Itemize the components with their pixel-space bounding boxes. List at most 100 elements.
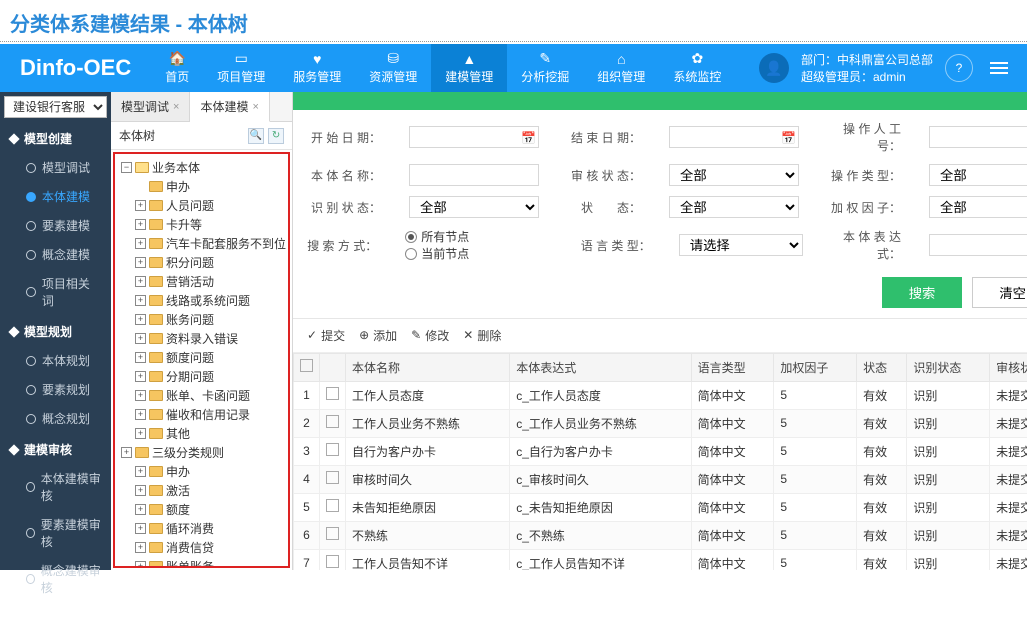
nav-服务管理[interactable]: ♥服务管理	[279, 44, 355, 92]
tree-node[interactable]: +催收和信用记录	[117, 405, 286, 424]
tree-node[interactable]: +账单账务	[117, 557, 286, 568]
calendar-icon[interactable]: 📅	[781, 131, 796, 145]
toggle-icon[interactable]: +	[135, 466, 146, 477]
nav-分析挖掘[interactable]: ✎分析挖掘	[507, 44, 583, 92]
tree-node[interactable]: +分期问题	[117, 367, 286, 386]
table-row[interactable]: 6不熟练c_不熟练简体中文5有效识别未提交	[294, 521, 1027, 549]
toggle-icon[interactable]: +	[135, 352, 146, 363]
toggle-icon[interactable]: +	[135, 428, 146, 439]
table-row[interactable]: 1工作人员态度c_工作人员态度简体中文5有效识别未提交	[294, 381, 1027, 409]
sidebar-item-概念建模[interactable]: 概念建模	[0, 240, 111, 269]
help-icon[interactable]: ?	[945, 54, 973, 82]
nav-建模管理[interactable]: ▲建模管理	[431, 44, 507, 92]
start-date-input[interactable]	[409, 126, 539, 148]
close-icon[interactable]: ×	[252, 101, 258, 113]
radio-all-nodes[interactable]: 所有节点	[405, 228, 469, 245]
side-group[interactable]: 建模审核	[0, 433, 111, 464]
tree-node[interactable]: +汽车卡配套服务不到位	[117, 234, 286, 253]
sidebar-item-要素建模[interactable]: 要素建模	[0, 211, 111, 240]
audit-select[interactable]: 全部	[669, 164, 799, 186]
toggle-icon[interactable]: +	[135, 333, 146, 344]
tree-node[interactable]: +申办	[117, 462, 286, 481]
operator-input[interactable]	[929, 126, 1027, 148]
row-checkbox[interactable]	[326, 415, 339, 428]
radio-current-node[interactable]: 当前节点	[405, 245, 469, 262]
sidebar-item-本体建模[interactable]: 本体建模	[0, 182, 111, 211]
name-input[interactable]	[409, 164, 539, 186]
toggle-icon[interactable]: +	[135, 542, 146, 553]
calendar-icon[interactable]: 📅	[521, 131, 536, 145]
tree-node[interactable]: +激活	[117, 481, 286, 500]
sidebar-item-本体规划[interactable]: 本体规划	[0, 346, 111, 375]
tree-node[interactable]: +额度问题	[117, 348, 286, 367]
tree-node[interactable]: +资料录入错误	[117, 329, 286, 348]
ontology-tree[interactable]: −业务本体申办+人员问题+卡升等+汽车卡配套服务不到位+积分问题+营销活动+线路…	[113, 152, 290, 568]
tree-node[interactable]: +消费信贷	[117, 538, 286, 557]
toggle-icon[interactable]: +	[135, 238, 146, 249]
rec-select[interactable]: 全部	[409, 196, 539, 218]
sidebar-item-概念规划[interactable]: 概念规划	[0, 404, 111, 433]
tree-node[interactable]: +三级分类规则	[117, 443, 286, 462]
toggle-icon[interactable]: +	[135, 276, 146, 287]
toggle-icon[interactable]: +	[135, 561, 146, 568]
toggle-icon[interactable]: +	[121, 447, 132, 458]
tab-模型调试[interactable]: 模型调试 ×	[111, 92, 190, 121]
tree-node[interactable]: 申办	[117, 177, 286, 196]
row-checkbox[interactable]	[326, 387, 339, 400]
tree-node[interactable]: +其他	[117, 424, 286, 443]
row-checkbox[interactable]	[326, 527, 339, 540]
tree-node[interactable]: +账单、卡函问题	[117, 386, 286, 405]
tree-node[interactable]: +人员问题	[117, 196, 286, 215]
table-row[interactable]: 3自行为客户办卡c_自行为客户办卡简体中文5有效识别未提交	[294, 437, 1027, 465]
row-checkbox[interactable]	[326, 499, 339, 512]
sidebar-item-模型调试[interactable]: 模型调试	[0, 153, 111, 182]
nav-资源管理[interactable]: ⛁资源管理	[355, 44, 431, 92]
expr-input[interactable]	[929, 234, 1027, 256]
toggle-icon[interactable]: +	[135, 314, 146, 325]
tree-node[interactable]: +额度	[117, 500, 286, 519]
weight-select[interactable]: 全部	[929, 196, 1027, 218]
tree-node[interactable]: −业务本体	[117, 158, 286, 177]
checkbox-all[interactable]	[300, 359, 313, 372]
tree-node[interactable]: +循环消费	[117, 519, 286, 538]
status-select[interactable]: 全部	[669, 196, 799, 218]
row-checkbox[interactable]	[326, 471, 339, 484]
table-row[interactable]: 2工作人员业务不熟练c_工作人员业务不熟练简体中文5有效识别未提交	[294, 409, 1027, 437]
clear-button[interactable]: 清空	[972, 277, 1027, 308]
toggle-icon[interactable]: +	[135, 523, 146, 534]
close-icon[interactable]: ×	[173, 101, 179, 113]
lang-select[interactable]: 请选择	[679, 234, 803, 256]
table-row[interactable]: 5未告知拒绝原因c_未告知拒绝原因简体中文5有效识别未提交	[294, 493, 1027, 521]
tree-node[interactable]: +营销活动	[117, 272, 286, 291]
menu-icon[interactable]	[985, 62, 1013, 74]
row-checkbox[interactable]	[326, 555, 339, 568]
side-group[interactable]: 资源分配	[0, 602, 111, 633]
side-group[interactable]: 模型规划	[0, 315, 111, 346]
end-date-input[interactable]	[669, 126, 799, 148]
submit-button[interactable]: ✓ 提交	[307, 327, 345, 344]
tab-本体建模[interactable]: 本体建模 ×	[190, 92, 269, 122]
toggle-icon[interactable]: +	[135, 257, 146, 268]
tree-node[interactable]: +卡升等	[117, 215, 286, 234]
sidebar-item-要素规划[interactable]: 要素规划	[0, 375, 111, 404]
table-row[interactable]: 7工作人员告知不详c_工作人员告知不详简体中文5有效识别未提交	[294, 549, 1027, 570]
toggle-icon[interactable]: +	[135, 371, 146, 382]
delete-button[interactable]: ✕ 删除	[463, 327, 501, 344]
tree-search-icon[interactable]: 🔍	[248, 128, 264, 144]
tree-node[interactable]: +线路或系统问题	[117, 291, 286, 310]
nav-首页[interactable]: 🏠首页	[151, 44, 203, 92]
toggle-icon[interactable]: +	[135, 485, 146, 496]
toggle-icon[interactable]: −	[121, 162, 132, 173]
sidebar-item-概念建模审核[interactable]: 概念建模审核	[0, 556, 111, 602]
edit-button[interactable]: ✎ 修改	[411, 327, 449, 344]
table-row[interactable]: 4审核时间久c_审核时间久简体中文5有效识别未提交	[294, 465, 1027, 493]
collapse-bar[interactable]: ▲	[293, 92, 1027, 110]
add-button[interactable]: ⊕ 添加	[359, 327, 397, 344]
sidebar-item-本体建模审核[interactable]: 本体建模审核	[0, 464, 111, 510]
side-group[interactable]: 模型创建	[0, 122, 111, 153]
optype-select[interactable]: 全部	[929, 164, 1027, 186]
sidebar-item-要素建模审核[interactable]: 要素建模审核	[0, 510, 111, 556]
toggle-icon[interactable]: +	[135, 409, 146, 420]
toggle-icon[interactable]: +	[135, 200, 146, 211]
row-checkbox[interactable]	[326, 443, 339, 456]
